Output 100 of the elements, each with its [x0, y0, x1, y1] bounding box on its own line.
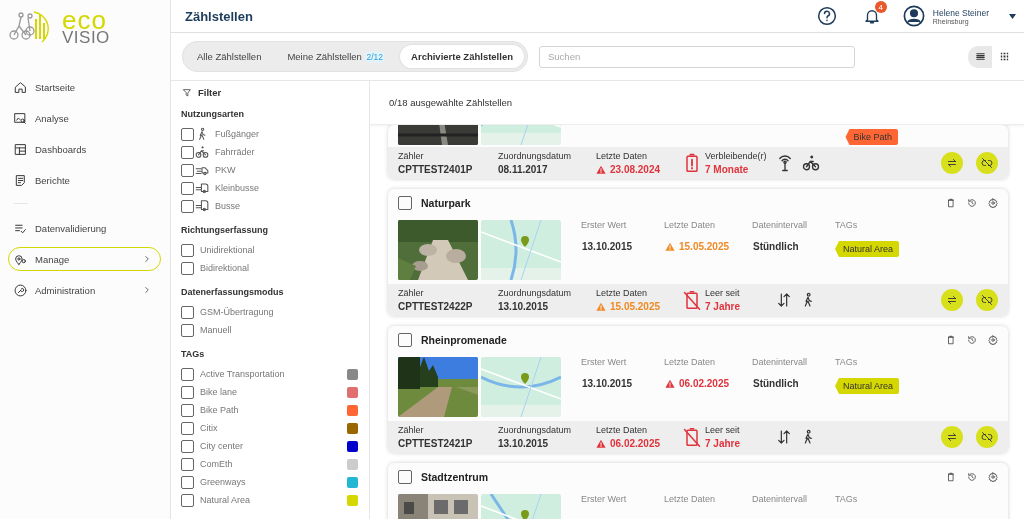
filter-option[interactable]: Fußgänger: [215, 129, 359, 139]
filter-option[interactable]: Natural Area: [200, 495, 341, 505]
nav-item[interactable]: Analyse: [8, 106, 161, 130]
field-label: Zuordnungsdatum: [498, 425, 573, 435]
tab[interactable]: Meine Zählstellen 2/12: [276, 45, 397, 68]
list-view-button[interactable]: [968, 45, 992, 68]
search-field[interactable]: Suchen: [539, 45, 855, 68]
nav-item[interactable]: Startseite: [8, 75, 161, 99]
settings-icon[interactable]: [988, 198, 998, 208]
checkbox[interactable]: [398, 333, 412, 347]
nav-item[interactable]: Datenvalidierung: [8, 216, 161, 240]
nav-item[interactable]: Administration: [8, 278, 161, 302]
checkbox[interactable]: [181, 493, 194, 507]
tag: Bike Path: [845, 129, 898, 145]
settings-icon[interactable]: [988, 335, 998, 345]
field-value: 08.11.2017: [498, 164, 549, 175]
nav-item[interactable]: Berichte: [8, 168, 161, 192]
checkbox[interactable]: [181, 323, 194, 337]
filter-option[interactable]: Unidirektional: [200, 245, 359, 255]
checkbox[interactable]: [181, 243, 194, 257]
filter-option[interactable]: GSM-Übertragung: [200, 307, 359, 317]
page-title: Zählstellen: [185, 8, 254, 24]
trash-icon[interactable]: [946, 472, 956, 482]
field-value: 13.10.2015: [498, 438, 550, 449]
checkbox[interactable]: [181, 199, 194, 213]
filter-option[interactable]: Busse: [215, 201, 359, 211]
trash-icon[interactable]: [946, 335, 956, 345]
swap-button[interactable]: [941, 426, 963, 448]
checkbox[interactable]: [181, 145, 194, 159]
field-label: Erster Wert: [581, 494, 628, 504]
filter-option[interactable]: Bike lane: [200, 387, 341, 397]
filter-option[interactable]: City center: [200, 441, 341, 451]
filter-option[interactable]: Fahrräder: [215, 147, 359, 157]
filter-option[interactable]: Bidirektional: [200, 263, 359, 273]
field-label: Leer seit: [705, 425, 741, 435]
field-label: Leer seit: [705, 288, 741, 298]
field-label: Verbleibende(r): [705, 151, 767, 161]
field-value: 23.08.2024: [596, 164, 682, 175]
history-icon[interactable]: [967, 335, 977, 345]
checkbox[interactable]: [181, 261, 194, 275]
filter-option[interactable]: Greenways: [200, 477, 341, 487]
filter-option[interactable]: Citix: [200, 423, 341, 433]
checkbox[interactable]: [181, 163, 194, 177]
warning-icon: [596, 438, 606, 449]
checkbox[interactable]: [181, 367, 194, 381]
swap-button[interactable]: [941, 289, 963, 311]
checkbox[interactable]: [181, 457, 194, 471]
filter-option[interactable]: Bike Path: [200, 405, 341, 415]
field-value: CPTTEST2401P: [398, 164, 474, 175]
checkbox[interactable]: [181, 421, 194, 435]
bus-icon: [195, 199, 209, 213]
checkbox[interactable]: [181, 127, 194, 141]
trash-icon[interactable]: [946, 198, 956, 208]
filter-option[interactable]: PKW: [215, 165, 359, 175]
checkbox[interactable]: [181, 305, 194, 319]
unlink-button[interactable]: [976, 426, 998, 448]
checkbox[interactable]: [181, 181, 194, 195]
field-value: 7 Monate: [705, 164, 750, 175]
checkbox[interactable]: [398, 196, 412, 210]
checkbox[interactable]: [181, 403, 194, 417]
filter-title: Filter: [198, 87, 222, 98]
notification-badge: 4: [874, 1, 887, 13]
history-icon[interactable]: [967, 472, 977, 482]
filter-icon: [182, 87, 192, 98]
field-value: 15.05.2025: [664, 241, 752, 252]
field-label: Letzte Daten: [596, 288, 649, 298]
field-label: TAGs: [835, 357, 859, 367]
avatar-icon: [902, 5, 925, 27]
tab[interactable]: Archivierte Zählstellen: [400, 45, 524, 68]
tab[interactable]: Alle Zählstellen: [186, 45, 273, 68]
checkbox[interactable]: [181, 439, 194, 453]
grid-view-icon: [998, 51, 1010, 62]
swap-button[interactable]: [941, 152, 963, 174]
filter-option[interactable]: Kleinbusse: [215, 183, 359, 193]
bicycle-icon: [195, 145, 209, 159]
caret-icon[interactable]: [1009, 13, 1016, 19]
warning-icon: [596, 301, 606, 312]
checkbox[interactable]: [398, 470, 412, 484]
field-value: 13.10.2015: [498, 301, 550, 312]
home-icon: [14, 80, 27, 94]
unlink-button[interactable]: [976, 152, 998, 174]
nav-item[interactable]: Dashboards: [8, 137, 161, 161]
field-label: Datenintervall: [752, 494, 809, 504]
filter-option[interactable]: Manuell: [200, 325, 359, 335]
field-label: Letzte Daten: [596, 151, 649, 161]
filter-heading: TAGs: [181, 349, 206, 359]
card-title: Naturpark: [421, 197, 472, 209]
field-label: Zähler: [398, 425, 425, 435]
settings-icon[interactable]: [988, 472, 998, 482]
filter-option[interactable]: ComEth: [200, 459, 341, 469]
warning-icon: [596, 164, 606, 175]
field-label: Datenintervall: [752, 220, 809, 230]
checkbox[interactable]: [181, 385, 194, 399]
history-icon[interactable]: [967, 198, 977, 208]
filter-option[interactable]: Active Transportation: [200, 369, 341, 379]
swap-icon: [946, 431, 958, 443]
help-icon[interactable]: [816, 6, 837, 26]
field-label: Erster Wert: [581, 357, 628, 367]
checkbox[interactable]: [181, 475, 194, 489]
unlink-button[interactable]: [976, 289, 998, 311]
